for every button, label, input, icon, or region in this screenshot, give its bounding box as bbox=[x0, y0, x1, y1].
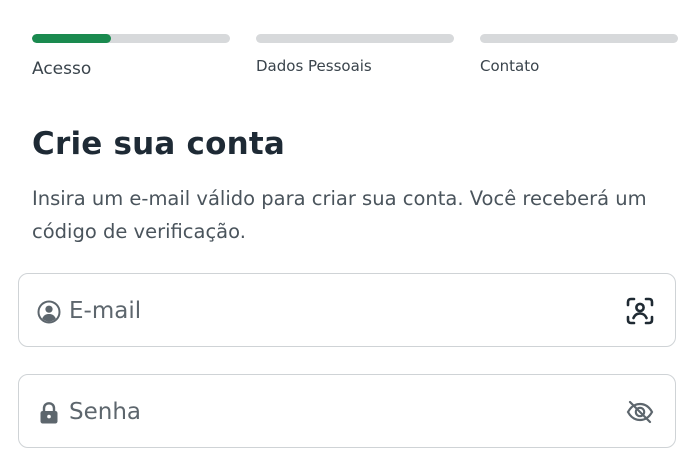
lock-icon bbox=[37, 401, 61, 425]
password-field[interactable] bbox=[18, 374, 676, 448]
face-scan-icon[interactable] bbox=[625, 296, 655, 326]
step-label: Acesso bbox=[32, 59, 92, 79]
step-dados-pessoais: Dados Pessoais bbox=[256, 34, 454, 75]
step-progress-bar bbox=[480, 34, 678, 43]
step-contato: Contato bbox=[480, 34, 678, 75]
email-field[interactable] bbox=[18, 273, 676, 347]
step-label: Contato bbox=[480, 57, 540, 75]
progress-steps: Acesso Dados Pessoais Contato bbox=[32, 34, 678, 84]
eye-off-icon[interactable] bbox=[625, 397, 655, 427]
user-circle-icon bbox=[37, 300, 61, 324]
page-description: Insira um e-mail válido para criar sua c… bbox=[32, 187, 647, 243]
step-progress-fill bbox=[32, 34, 112, 43]
step-label: Dados Pessoais bbox=[256, 57, 372, 75]
email-input[interactable] bbox=[69, 292, 589, 330]
step-progress-bar bbox=[32, 34, 230, 43]
password-input[interactable] bbox=[69, 393, 589, 431]
page-title: Crie sua conta bbox=[32, 126, 285, 162]
step-progress-bar bbox=[256, 34, 454, 43]
step-acesso: Acesso bbox=[32, 34, 230, 79]
